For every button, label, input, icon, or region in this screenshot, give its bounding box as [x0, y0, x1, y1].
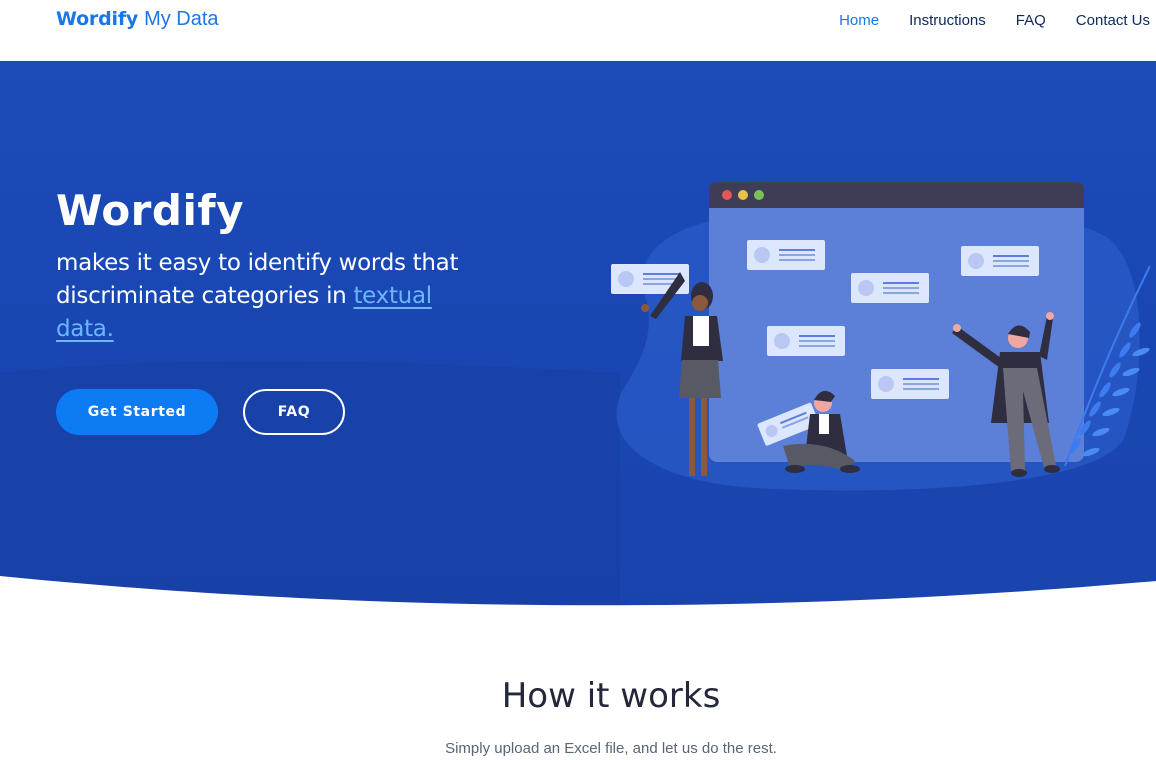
profile-card	[851, 273, 929, 303]
nav-menu: Home Instructions FAQ Contact Us	[839, 12, 1150, 30]
profile-card	[871, 369, 949, 399]
window-minimize-dot	[738, 190, 748, 200]
nav-link-instructions[interactable]: Instructions	[909, 12, 986, 30]
brand-suffix: My Data	[144, 8, 219, 30]
how-it-works-title: How it works	[501, 676, 721, 716]
profile-card	[961, 246, 1039, 276]
brand-logo-link[interactable]: Wordify My Data	[56, 8, 219, 36]
nav-link-home[interactable]: Home	[839, 12, 879, 30]
navbar: Wordify My Data Home Instructions FAQ Co…	[0, 0, 1156, 61]
window-close-dot	[722, 190, 732, 200]
hero-description: makes it easy to identify words that dis…	[56, 247, 496, 346]
hero-title: Wordify	[56, 186, 245, 235]
how-it-works-subtitle: Simply upload an Excel file, and let us …	[445, 740, 777, 757]
nav-link-contact[interactable]: Contact Us	[1076, 12, 1150, 30]
brand-logo: Wordify	[56, 8, 139, 30]
get-started-button[interactable]: Get Started	[56, 389, 218, 435]
faq-button[interactable]: FAQ	[243, 389, 345, 435]
hero-section: Wordify makes it easy to identify words …	[0, 61, 1156, 617]
hero-illustration	[611, 182, 1150, 491]
window-maximize-dot	[754, 190, 764, 200]
profile-card	[767, 326, 845, 356]
nav-link-faq[interactable]: FAQ	[1016, 12, 1046, 30]
profile-card	[747, 240, 825, 270]
